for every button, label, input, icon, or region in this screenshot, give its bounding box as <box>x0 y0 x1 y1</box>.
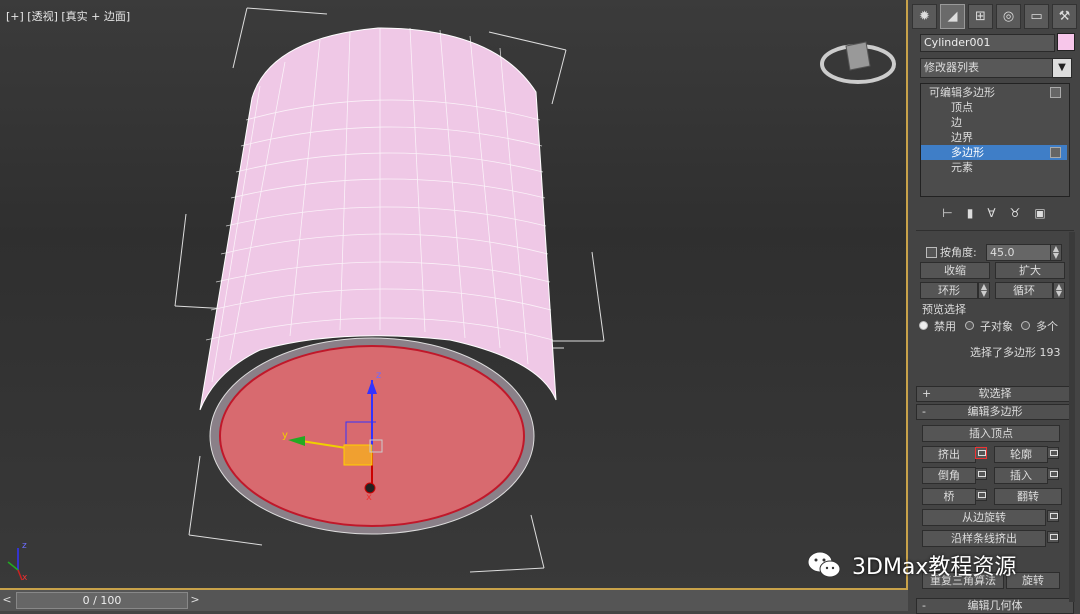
object-name-field[interactable]: Cylinder001 <box>920 34 1055 52</box>
bridge-settings-icon[interactable] <box>975 489 987 501</box>
stack-item-label: 顶点 <box>951 101 973 114</box>
inset-settings-icon[interactable] <box>1047 468 1059 480</box>
angle-spinner[interactable]: ▲ ▼ <box>1050 244 1062 261</box>
remove-modifier-icon[interactable]: ♉ <box>1010 206 1021 220</box>
bevel-button[interactable]: 倒角 <box>922 467 976 484</box>
stack-item-border[interactable]: 边界 <box>921 130 1067 145</box>
watermark-text: 3DMax教程资源 <box>852 555 1017 580</box>
viewport-perspective[interactable]: [+] [透视] [真实 + 边面] z y x z x <box>0 0 908 590</box>
extrude-settings-icon[interactable] <box>975 447 987 459</box>
stack-toggle-icon[interactable] <box>1050 147 1061 158</box>
time-slider[interactable]: 0 / 100 <box>16 592 188 609</box>
outline-settings-icon[interactable] <box>1047 447 1059 459</box>
modifier-list-dropdown[interactable]: 修改器列表 ▼ <box>920 58 1072 78</box>
outline-button[interactable]: 轮廓 <box>994 446 1048 463</box>
watermark: 3DMax教程资源 <box>806 548 1016 582</box>
preview-disabled-label: 禁用 <box>934 320 956 333</box>
modifier-list-label: 修改器列表 <box>924 61 979 74</box>
preview-subobject-label: 子对象 <box>980 320 1013 333</box>
by-angle-label: 按角度: <box>940 246 977 259</box>
rollout-title: 编辑多边形 <box>967 405 1023 418</box>
extrude-button[interactable]: 挤出 <box>922 446 976 463</box>
chevron-down-icon[interactable]: ▼ <box>1052 58 1072 78</box>
ring-button[interactable]: 环形 <box>920 282 978 299</box>
inset-button[interactable]: 插入 <box>994 467 1048 484</box>
svg-text:x: x <box>366 492 372 503</box>
stack-item-polygon[interactable]: 多边形 <box>921 145 1067 160</box>
grow-button[interactable]: 扩大 <box>995 262 1065 279</box>
modify-tab-icon[interactable]: ◢ <box>940 4 965 29</box>
hinge-settings-icon[interactable] <box>1047 510 1059 522</box>
prev-frame-button[interactable]: < <box>0 592 14 607</box>
by-angle-checkbox[interactable] <box>926 247 937 258</box>
ring-spinner[interactable]: ▲ ▼ <box>978 282 990 299</box>
stack-item-label: 多边形 <box>951 146 984 159</box>
configure-sets-icon[interactable]: ▣ <box>1034 206 1045 220</box>
preview-subobject-radio[interactable] <box>965 321 974 330</box>
insert-vertex-button[interactable]: 插入顶点 <box>922 425 1060 442</box>
loop-button[interactable]: 循环 <box>995 282 1053 299</box>
stack-item-label: 边 <box>951 116 962 129</box>
loop-spinner[interactable]: ▲ ▼ <box>1053 282 1065 299</box>
collapse-icon: - <box>922 405 926 418</box>
expand-icon: + <box>922 387 932 400</box>
soft-selection-rollout[interactable]: + 软选择 <box>916 386 1074 402</box>
timeline[interactable]: < 0 / 100 > <box>0 590 908 611</box>
svg-text:z: z <box>376 370 381 381</box>
extrude-spline-settings-icon[interactable] <box>1047 531 1059 543</box>
object-color-swatch[interactable] <box>1057 33 1075 51</box>
next-frame-button[interactable]: > <box>188 592 202 607</box>
divider <box>916 230 1074 231</box>
hinge-from-edge-button[interactable]: 从边旋转 <box>922 509 1046 526</box>
hierarchy-tab-icon[interactable]: ⊞ <box>968 4 993 29</box>
preview-disabled-radio[interactable] <box>919 321 928 330</box>
flip-button[interactable]: 翻转 <box>994 488 1062 505</box>
stack-item-label: 边界 <box>951 131 973 144</box>
command-panel-tabs: ✹ ◢ ⊞ ◎ ▭ ⚒ <box>912 4 1077 30</box>
stack-item-label: 元素 <box>951 161 973 174</box>
edit-geometry-rollout[interactable]: - 编辑几何体 <box>916 598 1074 614</box>
preview-multiple-radio[interactable] <box>1021 321 1030 330</box>
stack-item-vertex[interactable]: 顶点 <box>921 100 1067 115</box>
show-end-result-icon[interactable]: ▮ <box>967 206 974 220</box>
angle-input[interactable]: 45.0 <box>986 244 1055 261</box>
utilities-tab-icon[interactable]: ⚒ <box>1052 4 1077 29</box>
stack-root-editable-poly[interactable]: 可编辑多边形 <box>921 85 1067 100</box>
svg-text:y: y <box>282 430 288 441</box>
rollout-title: 软选择 <box>978 387 1012 400</box>
stack-item-edge[interactable]: 边 <box>921 115 1067 130</box>
stack-toolbar: ⊢ ▮ ∀ ♉ ▣ <box>920 204 1068 222</box>
stack-toggle-icon[interactable] <box>1050 87 1061 98</box>
create-tab-icon[interactable]: ✹ <box>912 4 937 29</box>
stack-root-label: 可编辑多边形 <box>929 86 995 99</box>
rollout-title: 编辑几何体 <box>967 599 1023 612</box>
svg-text:z: z <box>22 541 27 551</box>
bridge-button[interactable]: 桥 <box>922 488 976 505</box>
command-panel-scrollbar[interactable] <box>1069 232 1075 602</box>
bevel-settings-icon[interactable] <box>975 468 987 480</box>
command-panel: ✹ ◢ ⊞ ◎ ▭ ⚒ Cylinder001 修改器列表 ▼ 可编辑多边形 顶… <box>908 0 1080 614</box>
edit-polygons-rollout[interactable]: - 编辑多边形 <box>916 404 1074 420</box>
shrink-button[interactable]: 收缩 <box>920 262 990 279</box>
svg-text:x: x <box>22 573 28 583</box>
stack-item-element[interactable]: 元素 <box>921 160 1067 175</box>
display-tab-icon[interactable]: ▭ <box>1024 4 1049 29</box>
wechat-logo-icon <box>807 551 841 578</box>
viewport-scene[interactable]: z y x z x <box>0 0 906 588</box>
modifier-stack[interactable]: 可编辑多边形 顶点 边 边界 多边形 元素 <box>920 83 1070 197</box>
preview-multiple-label: 多个 <box>1036 320 1058 333</box>
pin-stack-icon[interactable]: ⊢ <box>942 206 952 220</box>
make-unique-icon[interactable]: ∀ <box>987 206 995 220</box>
motion-tab-icon[interactable]: ◎ <box>996 4 1021 29</box>
preview-selection-title: 预览选择 <box>922 303 966 316</box>
viewcube[interactable] <box>818 32 898 92</box>
axis-tripod: z x <box>7 541 28 583</box>
selection-status: 选择了多边形 193 <box>970 346 1061 359</box>
extrude-along-spline-button[interactable]: 沿样条线挤出 <box>922 530 1046 547</box>
